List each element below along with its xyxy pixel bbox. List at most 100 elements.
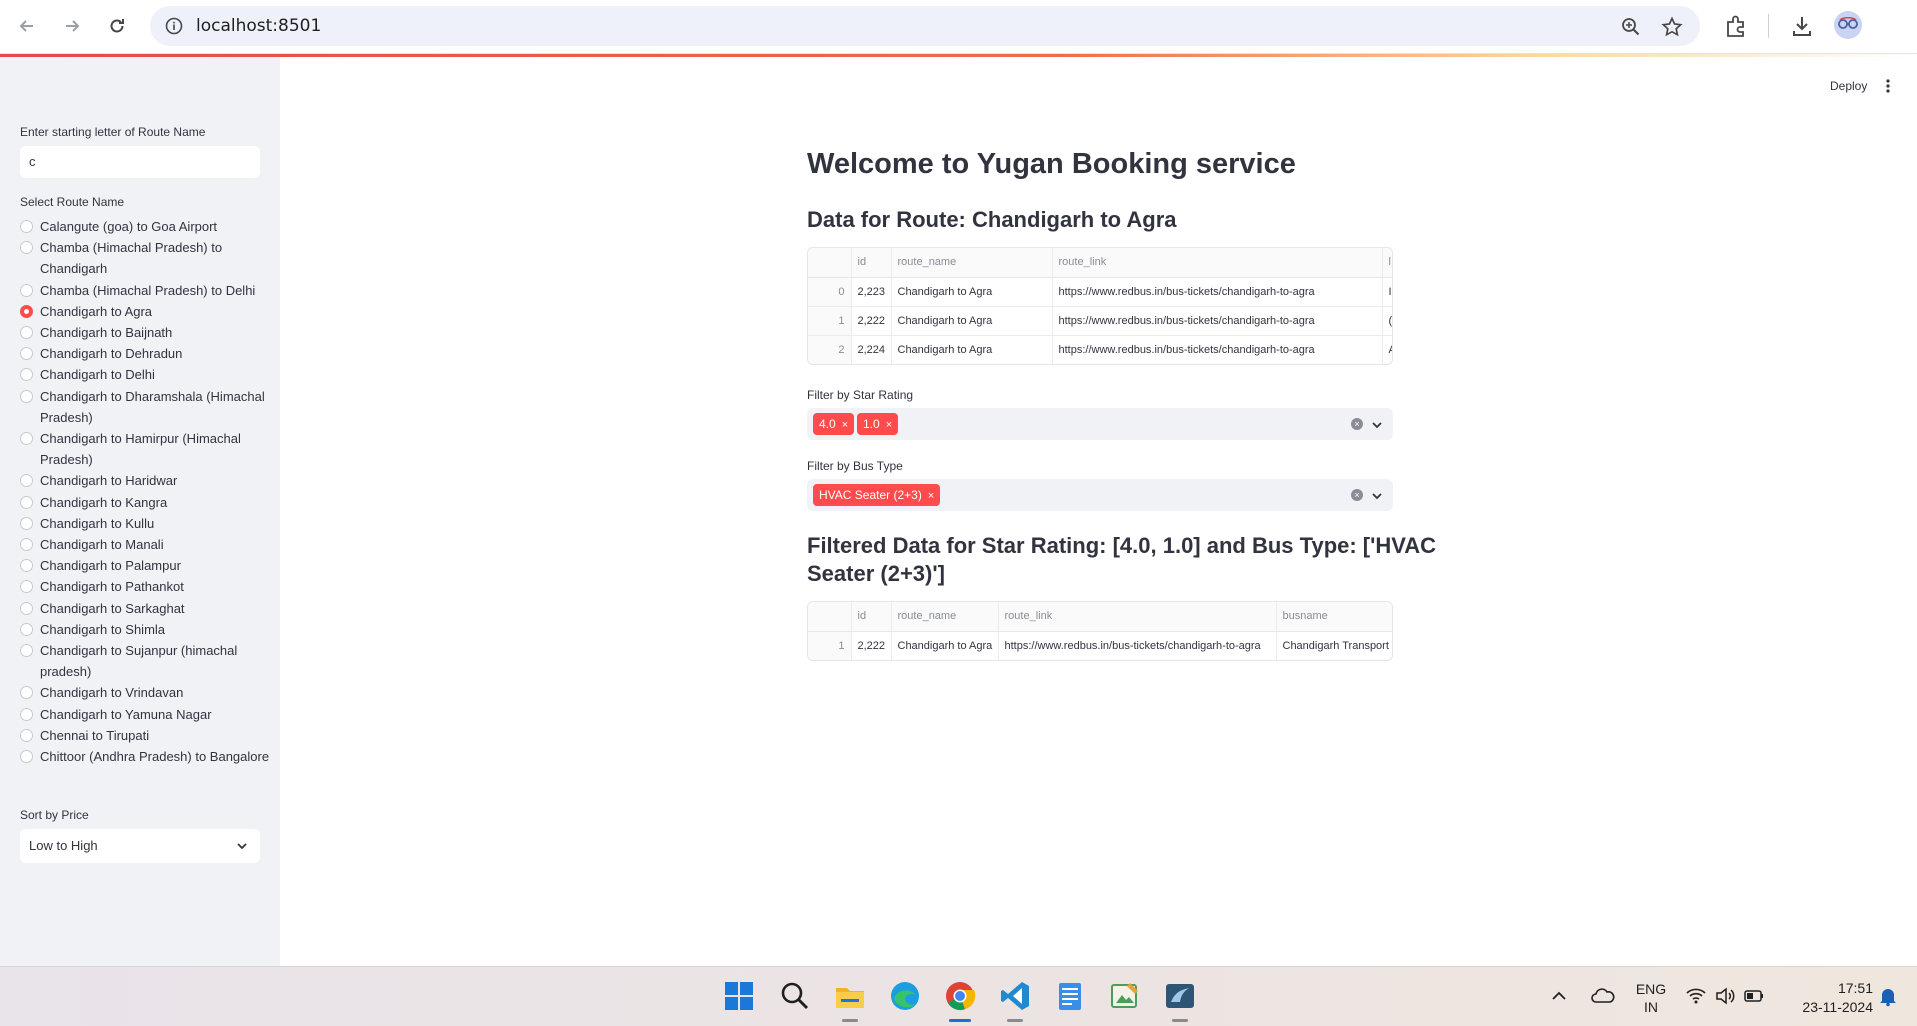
route-option[interactable]: Chandigarh to Manali [20,534,270,555]
radio-button[interactable] [20,559,33,573]
table-cell[interactable]: https://www.redbus.in/bus-tickets/chandi… [1052,335,1383,364]
radio-button[interactable] [20,304,33,318]
remove-tag-icon[interactable]: × [842,414,848,436]
route-search-input[interactable]: c [20,146,260,178]
sort-select[interactable]: Low to High [20,829,260,863]
column-header[interactable]: route_link [998,602,1277,632]
radio-button[interactable] [20,389,33,403]
search-icon[interactable] [778,979,812,1013]
back-icon[interactable] [13,12,41,40]
route-option[interactable]: Chandigarh to Palampur [20,555,270,576]
route-option[interactable]: Chamba (Himachal Pradesh) to Delhi [20,280,270,301]
table-cell[interactable]: 2,223 [851,277,892,307]
filter-tag[interactable]: 4.0 × [813,413,855,436]
radio-button[interactable] [20,686,33,700]
column-header[interactable]: route_link [1052,248,1383,278]
star-icon[interactable] [1661,16,1683,38]
radio-button[interactable] [20,347,33,361]
radio-button[interactable] [20,622,33,636]
windows-start-icon[interactable] [722,979,756,1013]
bus-type-multiselect[interactable]: × HVAC Seater (2+3) × [807,479,1393,511]
radio-button[interactable] [20,495,33,509]
route-option[interactable]: Chandigarh to Dharamshala (Himachal Prad… [20,386,270,428]
route-option[interactable]: Chandigarh to Vrindavan [20,682,270,703]
table-row[interactable]: 0 2,223 Chandigarh to Agra https://www.redb… [808,277,1392,307]
radio-button[interactable] [20,474,33,488]
row-index[interactable]: 0 [808,277,852,307]
radio-button[interactable] [20,644,33,658]
radio-button[interactable] [20,728,33,742]
table-row[interactable]: 2 2,224 Chandigarh to Agra https://www.redb… [808,335,1392,364]
row-index[interactable]: 2 [808,335,852,364]
table-cell[interactable]: Chandigarh Transport [1276,631,1392,660]
radio-button[interactable] [20,220,33,233]
column-header[interactable]: l [1382,248,1392,278]
table-cell[interactable]: A [1382,335,1392,364]
forward-icon[interactable] [58,12,86,40]
star-rating-multiselect[interactable]: × 4.0 × 1.0 × [807,408,1393,440]
reload-icon[interactable] [103,12,131,40]
battery-icon[interactable] [1743,985,1765,1007]
route-option[interactable]: Chandigarh to Kullu [20,513,270,534]
column-header[interactable]: busname [1276,602,1392,632]
filtered-data-table[interactable]: id route_name route_link busname 1 2,222 Chan… [807,601,1393,661]
chevron-down-icon[interactable] [1371,489,1383,501]
chevron-down-icon[interactable] [1371,418,1383,430]
deploy-button[interactable]: Deploy [1830,79,1867,93]
filter-tag[interactable]: 1.0 × [857,413,899,435]
filter-tag[interactable]: HVAC Seater (2+3) × [813,484,941,507]
route-option[interactable]: Chandigarh to Agra [20,301,270,322]
column-header[interactable] [808,248,852,278]
radio-button[interactable] [20,432,33,446]
row-index[interactable]: 1 [808,306,852,336]
table-cell[interactable]: 2,222 [851,631,892,660]
table-cell[interactable]: Chandigarh to Agra [891,631,999,660]
route-option[interactable]: Chandigarh to Haridwar [20,470,270,491]
url-text[interactable]: localhost:8501 [196,16,321,36]
remove-tag-icon[interactable]: × [928,485,934,507]
app-icon[interactable] [1163,979,1197,1013]
radio-button[interactable] [20,368,33,382]
route-option[interactable]: Chandigarh to Sarkaghat [20,598,270,619]
clock[interactable]: 17:51 23-11-2024 [1783,979,1873,1017]
column-header[interactable]: id [851,602,892,632]
radio-button[interactable] [20,707,33,721]
edge-icon[interactable] [888,979,922,1013]
clear-icon[interactable]: × [1351,418,1363,430]
onedrive-icon[interactable] [1590,983,1616,1009]
table-cell[interactable]: https://www.redbus.in/bus-tickets/chandi… [1052,277,1383,307]
notification-bell-icon[interactable] [1877,985,1899,1007]
column-header[interactable]: id [851,248,892,278]
table-cell[interactable]: Chandigarh to Agra [891,277,1053,307]
route-option[interactable]: Chandigarh to Yamuna Nagar [20,704,270,725]
route-option[interactable]: Chamba (Himachal Pradesh) to Chandigarh [20,237,270,279]
radio-button[interactable] [20,241,33,255]
radio-button[interactable] [20,283,33,297]
chrome-icon[interactable] [943,979,977,1013]
notepad-icon[interactable] [1053,979,1087,1013]
clear-icon[interactable]: × [1351,489,1363,501]
table-cell[interactable]: 2,222 [851,306,892,336]
route-option[interactable]: Chandigarh to Hamirpur (Himachal Pradesh… [20,428,270,470]
radio-button[interactable] [20,516,33,530]
radio-button[interactable] [20,601,33,615]
table-cell[interactable]: https://www.redbus.in/bus-tickets/chandi… [1052,306,1383,336]
route-option[interactable]: Calangute (goa) to Goa Airport [20,216,270,237]
volume-icon[interactable] [1714,985,1736,1007]
site-info-icon[interactable] [164,16,184,36]
radio-button[interactable] [20,326,33,340]
vscode-icon[interactable] [998,979,1032,1013]
route-option[interactable]: Chandigarh to Pathankot [20,576,270,597]
column-header[interactable]: route_name [891,602,999,632]
route-data-table[interactable]: id route_name route_link l 0 2,223 Chandigarh… [807,247,1393,365]
table-cell[interactable]: ( [1382,306,1392,336]
table-cell[interactable]: Chandigarh to Agra [891,335,1053,364]
radio-button[interactable] [20,580,33,594]
zoom-icon[interactable] [1620,16,1642,38]
table-cell[interactable]: https://www.redbus.in/bus-tickets/chandi… [998,631,1277,660]
column-header[interactable] [808,602,852,632]
route-option[interactable]: Chandigarh to Delhi [20,364,270,385]
download-icon[interactable] [1789,13,1815,39]
table-cell[interactable]: I [1382,277,1392,307]
route-option[interactable]: Chandigarh to Kangra [20,492,270,513]
